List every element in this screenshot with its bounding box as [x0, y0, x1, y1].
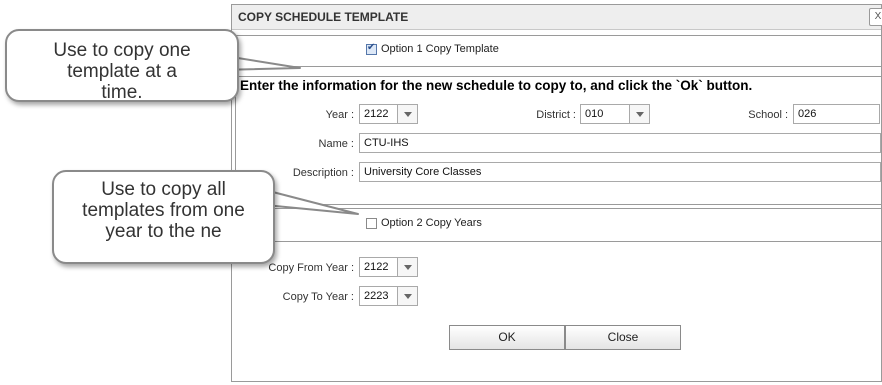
copy-to-year-dropdown-icon[interactable]	[398, 286, 418, 306]
option1-label: Option 1 Copy Template	[381, 43, 499, 56]
dialog-titlebar: COPY SCHEDULE TEMPLATE X	[232, 5, 882, 30]
option2-checkbox-row[interactable]: Option 2 Copy Years	[366, 217, 482, 229]
school-input[interactable]: 026	[793, 104, 880, 124]
option1-checkbox-row[interactable]: Option 1 Copy Template	[366, 42, 499, 56]
option2-section	[235, 208, 882, 242]
option2-checkbox[interactable]	[366, 217, 377, 229]
district-label: District :	[536, 109, 576, 121]
name-input[interactable]: CTU-IHS	[359, 133, 881, 153]
name-label: Name :	[318, 138, 354, 150]
callout-one: Use to copy one template at a time.	[5, 29, 239, 103]
year-dropdown-icon[interactable]	[398, 104, 418, 124]
close-icon[interactable]: X	[869, 8, 882, 26]
option2-label: Option 2 Copy Years	[381, 217, 482, 230]
district-dropdown-icon[interactable]	[630, 104, 650, 124]
copy-to-year-select[interactable]: 2223	[359, 286, 398, 306]
year-label: Year :	[325, 109, 354, 121]
dialog-title: COPY SCHEDULE TEMPLATE	[238, 10, 409, 24]
description-input[interactable]: University Core Classes	[359, 162, 881, 182]
school-label: School :	[748, 109, 788, 121]
copy-schedule-template-dialog: COPY SCHEDULE TEMPLATE X Option 1 Copy T…	[231, 4, 882, 382]
year-select[interactable]: 2122	[359, 104, 398, 124]
instruction-text: Enter the information for the new schedu…	[240, 78, 753, 93]
callout-two: Use to copy all templates from one year …	[52, 170, 275, 264]
option1-section	[235, 35, 882, 67]
copy-from-year-dropdown-icon[interactable]	[398, 257, 418, 277]
copy-to-year-label: Copy To Year :	[282, 291, 354, 303]
copy-from-year-select[interactable]: 2122	[359, 257, 398, 277]
district-select[interactable]: 010	[580, 104, 630, 124]
option1-checkbox[interactable]	[366, 42, 377, 55]
ok-button[interactable]: OK	[449, 325, 565, 350]
close-button[interactable]: Close	[565, 325, 681, 350]
